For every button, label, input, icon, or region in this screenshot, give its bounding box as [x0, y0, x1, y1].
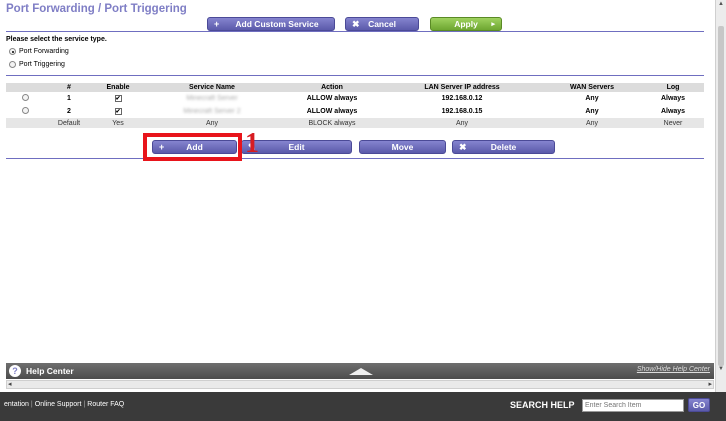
add-custom-service-button[interactable]: + Add Custom Service: [207, 17, 335, 31]
enable-checkbox[interactable]: ✔: [114, 108, 122, 115]
row-lan-ip: 192.168.0.12: [441, 95, 483, 102]
scroll-left-icon[interactable]: ◂: [8, 380, 12, 388]
cancel-label: Cancel: [368, 19, 396, 29]
default-action: BLOCK always: [282, 118, 382, 128]
expand-arrow-icon[interactable]: [349, 368, 373, 375]
close-icon: ✖: [352, 18, 360, 29]
arrow-right-icon: ▸: [491, 21, 495, 28]
services-table: # Enable Service Name Action LAN Server …: [6, 83, 704, 128]
col-log: Log: [642, 83, 704, 92]
add-custom-service-label: Add Custom Service: [235, 19, 319, 29]
col-service-name: Service Name: [142, 83, 282, 92]
radio-button[interactable]: [9, 48, 16, 55]
row-log: Always: [660, 95, 686, 102]
radio-port-triggering[interactable]: Port Triggering: [9, 61, 65, 68]
default-number: Default: [44, 118, 94, 128]
scroll-up-icon[interactable]: ▲: [718, 1, 724, 7]
radio-label: Port Triggering: [19, 61, 65, 68]
footer-links: entation | Online Support | Router FAQ: [4, 401, 125, 408]
default-wan: Any: [542, 118, 642, 128]
row-enable-cell[interactable]: ✔: [94, 92, 142, 105]
actions-divider: [6, 158, 704, 159]
col-select: [6, 83, 44, 92]
row-service-name: Minecraft Server: [142, 92, 282, 105]
row-action: ALLOW always: [306, 108, 358, 115]
edit-label: Edit: [288, 142, 305, 152]
scroll-down-icon[interactable]: ▼: [718, 366, 724, 372]
col-wan-servers: WAN Servers: [542, 83, 642, 92]
go-button[interactable]: GO: [688, 398, 710, 412]
plus-icon: +: [214, 19, 220, 29]
default-select-cell: [6, 118, 44, 128]
footer-link-online-support[interactable]: Online Support: [35, 401, 82, 408]
row-lan-ip: 192.168.0.15: [441, 108, 483, 115]
row-log: Always: [660, 108, 686, 115]
help-center-label: Help Center: [26, 366, 74, 376]
footer-bar: entation | Online Support | Router FAQ SEARC…: [0, 392, 726, 421]
move-button[interactable]: Move: [359, 140, 446, 154]
row-number: 2: [67, 108, 71, 115]
default-row: Default Yes Any BLOCK always Any Any Nev…: [6, 118, 704, 128]
service-name-text: Minecraft Server: [186, 95, 238, 102]
table-row[interactable]: 1 ✔ Minecraft Server ALLOW always 192.16…: [6, 92, 704, 105]
service-name-text: Minecraft Server 2: [183, 108, 241, 115]
row-select-radio[interactable]: [21, 94, 29, 101]
help-icon: ?: [9, 365, 21, 377]
radio-port-forwarding[interactable]: Port Forwarding: [9, 48, 69, 55]
step-callout-number: 1: [245, 128, 259, 159]
search-input[interactable]: [582, 399, 684, 412]
col-lan-ip: LAN Server IP address: [382, 83, 542, 92]
delete-label: Delete: [490, 142, 517, 152]
default-log: Never: [642, 118, 704, 128]
router-admin-page: Port Forwarding / Port Triggering + Add …: [0, 0, 726, 421]
row-select-cell[interactable]: [6, 92, 44, 105]
cancel-button[interactable]: ✖ Cancel: [345, 17, 419, 31]
close-icon: ✖: [459, 141, 467, 152]
scrollbar-thumb[interactable]: [718, 26, 724, 366]
row-enable-cell[interactable]: ✔: [94, 105, 142, 118]
row-number: 1: [67, 95, 71, 102]
show-hide-help-link[interactable]: Show/Hide Help Center: [637, 366, 710, 373]
footer-link-router-faq[interactable]: Router FAQ: [87, 401, 124, 408]
row-select-cell[interactable]: [6, 105, 44, 118]
col-number: #: [44, 83, 94, 92]
row-wan: Any: [585, 95, 599, 102]
toolbar-divider: [6, 31, 704, 32]
search-help-label: SEARCH HELP: [510, 400, 575, 410]
table-row[interactable]: 2 ✔ Minecraft Server 2 ALLOW always 192.…: [6, 105, 704, 118]
horizontal-scrollbar[interactable]: ◂ ▸: [6, 380, 714, 389]
apply-label: Apply: [454, 19, 478, 29]
delete-button[interactable]: ✖ Delete: [452, 140, 555, 154]
section-divider: [6, 75, 704, 76]
col-action: Action: [282, 83, 382, 92]
col-enable: Enable: [94, 83, 142, 92]
row-wan: Any: [585, 108, 599, 115]
scroll-right-icon[interactable]: ▸: [708, 380, 712, 388]
row-action: ALLOW always: [306, 95, 358, 102]
footer-link-documentation[interactable]: entation: [4, 401, 29, 408]
table-header-row: # Enable Service Name Action LAN Server …: [6, 83, 704, 92]
apply-button[interactable]: Apply ▸: [430, 17, 502, 31]
radio-button[interactable]: [9, 61, 16, 68]
enable-checkbox[interactable]: ✔: [114, 95, 122, 102]
help-center-bar[interactable]: ? Help Center Show/Hide Help Center: [6, 363, 714, 379]
default-service-name: Any: [142, 118, 282, 128]
default-lan-ip: Any: [382, 118, 542, 128]
vertical-scrollbar[interactable]: ▲ ▼: [715, 0, 726, 392]
add-button-highlight: [143, 133, 242, 161]
row-service-name: Minecraft Server 2: [142, 105, 282, 118]
move-label: Move: [391, 142, 414, 152]
page-title: Port Forwarding / Port Triggering: [6, 3, 187, 15]
default-enable: Yes: [94, 118, 142, 128]
service-type-prompt: Please select the service type.: [6, 36, 107, 43]
row-select-radio[interactable]: [21, 107, 29, 114]
radio-label: Port Forwarding: [19, 48, 69, 55]
